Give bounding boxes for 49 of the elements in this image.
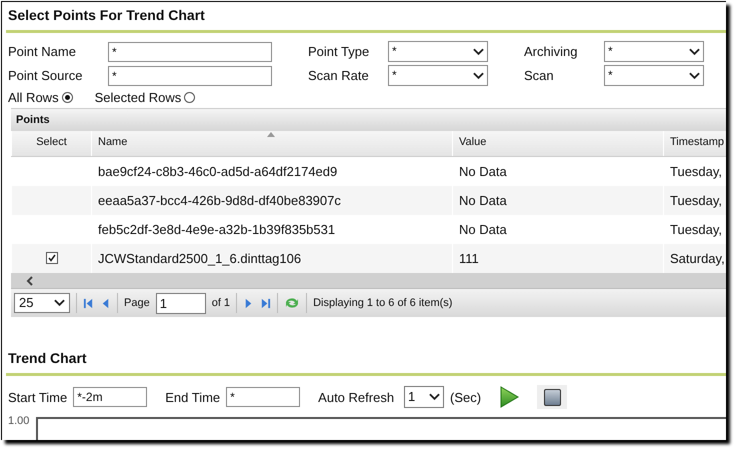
chevron-icon bbox=[54, 299, 65, 307]
filter-label: Point Source bbox=[8, 68, 84, 83]
refresh-icon[interactable] bbox=[284, 296, 300, 310]
checkbox[interactable] bbox=[46, 252, 58, 264]
page-size-dropdown[interactable]: 25 bbox=[14, 293, 70, 313]
previous-page-icon[interactable] bbox=[100, 298, 111, 308]
filter-label: Scan Rate bbox=[308, 68, 370, 83]
chevron-icon bbox=[473, 72, 484, 80]
field-label: End Time bbox=[165, 390, 220, 404]
sort-arrow-icon bbox=[267, 132, 275, 137]
section-title: Select Points For Trend Chart bbox=[7, 6, 206, 25]
dropdown[interactable]: * bbox=[388, 65, 488, 86]
column-header[interactable]: Value bbox=[452, 131, 663, 156]
field-label: Auto Refresh bbox=[318, 390, 394, 404]
horizontal-scrollbar[interactable] bbox=[11, 273, 726, 289]
page-label: Page bbox=[124, 297, 150, 309]
first-page-icon[interactable] bbox=[83, 298, 94, 308]
end-time-field[interactable]: * bbox=[226, 387, 300, 407]
field-label: Start Time bbox=[8, 390, 68, 404]
last-page-icon[interactable] bbox=[260, 298, 272, 308]
column-header[interactable]: Select bbox=[11, 131, 91, 156]
play-icon[interactable] bbox=[499, 386, 520, 408]
chevron-icon bbox=[429, 393, 440, 401]
dropdown[interactable]: * bbox=[604, 41, 704, 62]
unit-label: (Sec) bbox=[450, 390, 482, 404]
refresh-dropdown[interactable]: 1 bbox=[404, 386, 444, 408]
dropdown[interactable]: * bbox=[388, 41, 488, 62]
chevron-icon bbox=[689, 72, 700, 80]
grid-title: Points bbox=[16, 114, 50, 126]
axis-label: 1.00 bbox=[7, 415, 30, 427]
chevron-icon bbox=[689, 48, 700, 56]
dropdown[interactable]: * bbox=[604, 65, 704, 86]
stop-button[interactable] bbox=[537, 385, 568, 409]
paging-status: Displaying 1 to 6 of 6 item(s) bbox=[313, 297, 452, 309]
section-title: Trend Chart bbox=[7, 349, 88, 368]
page-number-field[interactable]: 1 bbox=[156, 292, 206, 314]
radio-option[interactable]: All Rows bbox=[8, 90, 73, 105]
filter-label: Archiving bbox=[524, 44, 578, 59]
chevron-icon bbox=[473, 48, 484, 56]
filter-label: Point Type bbox=[308, 44, 370, 59]
text-field[interactable]: * bbox=[108, 42, 272, 62]
text-field[interactable]: * bbox=[108, 66, 272, 86]
filter-label: Scan bbox=[524, 68, 555, 83]
start-time-field[interactable]: *-2m bbox=[73, 387, 148, 407]
scroll-left-icon[interactable] bbox=[25, 276, 35, 286]
page-count: of 1 bbox=[212, 297, 230, 309]
radio-option[interactable]: Selected Rows bbox=[94, 90, 196, 105]
filter-label: Point Name bbox=[8, 44, 77, 59]
column-header[interactable]: Timestamp bbox=[663, 131, 726, 156]
